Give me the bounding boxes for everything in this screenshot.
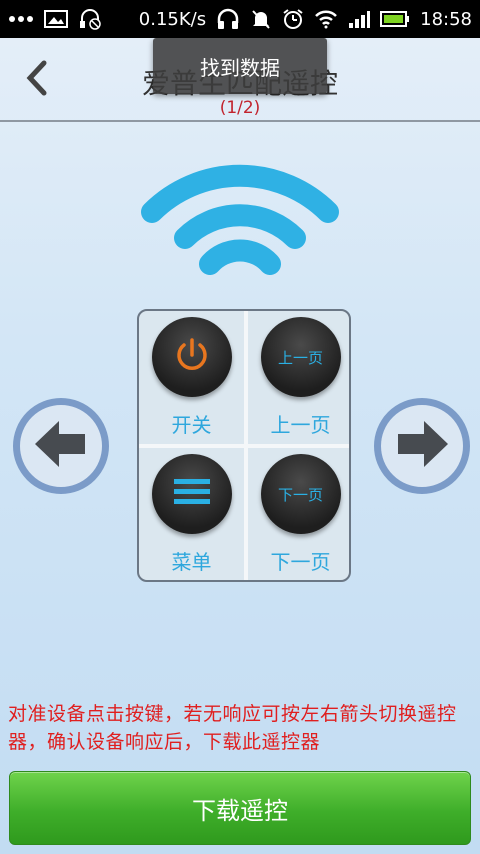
toast-message: 找到数据 [153,38,327,94]
menu-button[interactable] [151,454,232,534]
wifi-signal-icon [140,160,340,284]
battery-icon [380,10,410,28]
key-menu: 菜单 [139,448,244,580]
status-bar: 0.15K/s 18:58 [0,0,480,38]
page-up-button[interactable]: 上一页 [260,317,341,397]
power-icon [172,335,212,379]
more-icon [8,14,34,24]
key-icon-text: 下一页 [277,485,323,504]
download-remote-button[interactable]: 下载遥控 [9,771,471,845]
image-icon [44,9,68,29]
page-counter: (1/2) [219,98,261,118]
power-button[interactable] [151,317,232,397]
menu-icon [173,477,211,511]
arrow-left-icon [33,419,89,473]
test-key-grid: 开关 上一页 上一页 菜单 下一页 下一页 [137,309,351,582]
key-label: 下一页 [270,550,331,574]
key-page-up: 上一页 上一页 [248,311,349,444]
page-down-button[interactable]: 下一页 [260,454,341,534]
key-icon-text: 上一页 [277,348,323,367]
previous-remote-button[interactable] [13,398,109,494]
key-power: 开关 [139,311,244,444]
clock: 18:58 [420,8,472,30]
signal-icon [348,9,371,29]
key-label: 菜单 [171,550,212,574]
wifi-status-icon [314,9,338,29]
key-label: 开关 [171,413,212,437]
net-speed: 0.15K/s [138,8,207,30]
key-label: 上一页 [270,413,331,437]
headphone-icon [216,8,240,30]
alarm-icon [282,8,304,30]
headset-muted-icon [78,8,102,30]
mute-icon [250,8,272,30]
instruction-text: 对准设备点击按键，若无响应可按左右箭头切换遥控器，确认设备响应后，下载此遥控器 [8,703,457,753]
arrow-right-icon [394,419,450,473]
key-page-down: 下一页 下一页 [248,448,349,580]
next-remote-button[interactable] [374,398,470,494]
